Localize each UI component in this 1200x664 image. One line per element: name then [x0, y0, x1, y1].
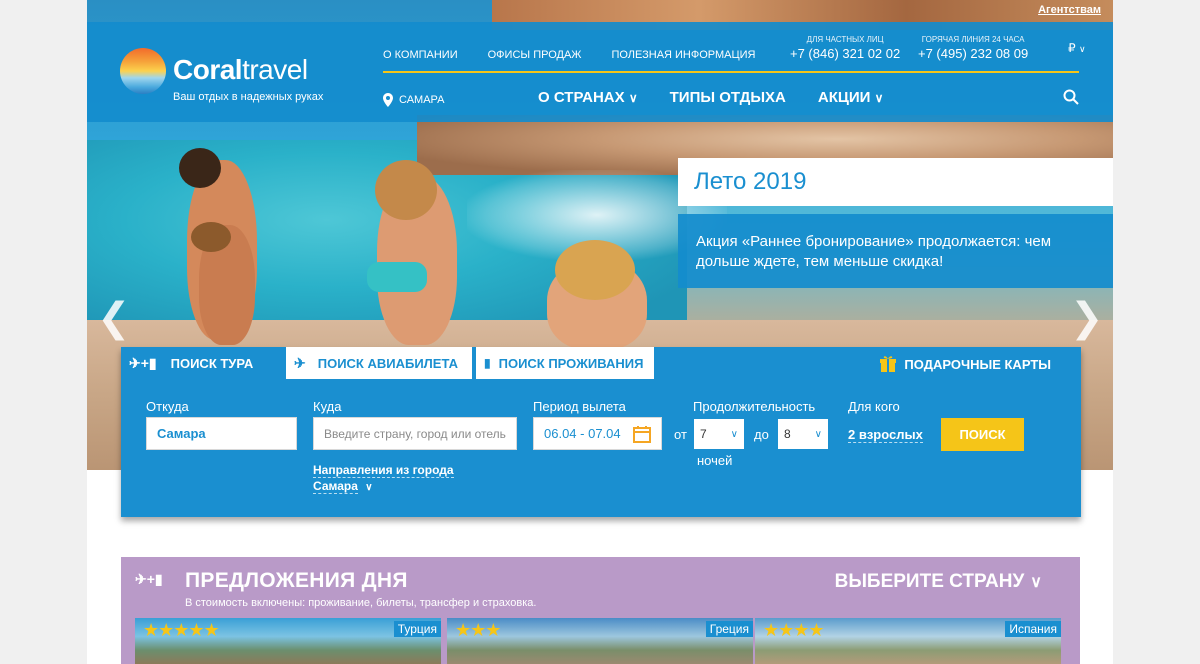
who-selector[interactable]: 2 взрослых [848, 427, 923, 443]
plane-hotel-icon: ✈+▮ [129, 354, 157, 371]
chevron-down-icon: ∨ [365, 482, 373, 493]
hero-swimsuit [367, 262, 427, 292]
hero-person-girl-hair [555, 240, 635, 300]
from-word: от [674, 427, 687, 442]
phone-hotline-number[interactable]: +7 (495) 232 08 09 [918, 46, 1028, 61]
plane-hotel-icon: ✈+▮ [135, 571, 163, 587]
logo-text-main: Coral [173, 54, 243, 85]
phone-private-label: ДЛЯ ЧАСТНЫХ ЛИЦ [806, 35, 884, 44]
phone-private-number[interactable]: +7 (846) 321 02 02 [790, 46, 900, 61]
tab-hotel-search[interactable]: ▮ ПОИСК ПРОЖИВАНИЯ [476, 347, 654, 379]
offer-country: Испания [1005, 621, 1061, 637]
nights-word: ночей [697, 453, 733, 468]
hero-person-woman-hair [375, 160, 437, 220]
map-pin-icon [383, 93, 393, 107]
period-label: Период вылета [533, 399, 626, 414]
nav-countries-label: О СТРАНАХ [538, 89, 625, 106]
tab-flight-search-label: ПОИСК АВИАБИЛЕТА [317, 355, 458, 371]
offers-subtitle: В стоимость включены: проживание, билеты… [185, 597, 537, 609]
search-icon[interactable] [1063, 89, 1079, 105]
promo-title[interactable]: Лето 2019 [678, 158, 1113, 206]
nav-useful-info[interactable]: ПОЛЕЗНАЯ ИНФОРМАЦИЯ [611, 49, 755, 61]
tab-tour-search[interactable]: ✈+▮ ПОИСК ТУРА [121, 347, 261, 379]
plane-icon: ✈ [294, 354, 306, 371]
offer-country: Турция [393, 621, 441, 637]
choose-country-label: ВЫБЕРИТЕ СТРАНУ [834, 571, 1025, 592]
duration-label: Продолжительность [693, 399, 816, 414]
rating-stars: ★★★★★ [143, 620, 220, 641]
chevron-down-icon: ∨ [1030, 574, 1042, 591]
logo-tagline: Ваш отдых в надежных руках [173, 91, 324, 103]
to-label: Куда [313, 399, 342, 414]
currency-symbol: ₽ [1068, 41, 1076, 55]
slider-prev-icon[interactable]: ❮ [97, 295, 131, 341]
city-label: САМАРА [399, 94, 445, 106]
nights-to-value: 8 [784, 427, 791, 441]
offer-card[interactable]: ★★★★★ Турция [135, 618, 441, 664]
period-field[interactable]: 06.04 - 07.04 [533, 417, 662, 450]
agents-link[interactable]: Агентствам [1038, 4, 1101, 16]
gift-cards-link[interactable]: ПОДАРОЧНЫЕ КАРТЫ [880, 355, 1051, 373]
from-label: Откуда [146, 399, 189, 414]
header-divider [383, 71, 1079, 73]
chevron-down-icon: ∨ [874, 91, 884, 105]
tab-flight-search[interactable]: ✈ ПОИСК АВИАБИЛЕТА [286, 347, 472, 379]
coral-logo-icon[interactable] [120, 48, 166, 94]
promo-text[interactable]: Акция «Раннее бронирование» продолжается… [678, 214, 1113, 288]
top-nav: О КОМПАНИИ ОФИСЫ ПРОДАЖ ПОЛЕЗНАЯ ИНФОРМА… [383, 49, 756, 61]
site-header: Coraltravel Ваш отдых в надежных руках О… [87, 22, 1113, 122]
choose-country-dropdown[interactable]: ВЫБЕРИТЕ СТРАНУ ∨ [835, 571, 1042, 593]
offer-card[interactable]: ★★★ Греция [447, 618, 753, 664]
phone-hotline: ГОРЯЧАЯ ЛИНИЯ 24 ЧАСА +7 (495) 232 08 09 [918, 35, 1028, 61]
tab-hotel-search-label: ПОИСК ПРОЖИВАНИЯ [498, 355, 644, 371]
nights-from-select[interactable]: 7 ∨ [694, 419, 744, 449]
offers-of-day: ✈+▮ ПРЕДЛОЖЕНИЯ ДНЯ В стоимость включены… [121, 557, 1080, 664]
hero-person-boy-hair [191, 222, 231, 252]
currency-selector[interactable]: ₽ ∨ [1068, 41, 1086, 55]
directions-line1: Направления из города [313, 463, 454, 478]
nights-to-select[interactable]: 8 ∨ [778, 419, 828, 449]
page: Агентствам Coraltravel Ваш отдых в надеж… [87, 0, 1113, 664]
rating-stars: ★★★ [455, 620, 501, 641]
logo-text-second: travel [242, 54, 308, 85]
search-button[interactable]: ПОИСК [941, 418, 1024, 451]
nav-vacation-types[interactable]: ТИПЫ ОТДЫХА [670, 89, 786, 106]
chevron-down-icon: ∨ [730, 428, 738, 440]
logo-text[interactable]: Coraltravel [173, 54, 308, 86]
from-field[interactable]: Самара [146, 417, 297, 450]
to-word: до [754, 427, 769, 442]
phone-hotline-label: ГОРЯЧАЯ ЛИНИЯ 24 ЧАСА [921, 35, 1025, 44]
nav-promotions[interactable]: АКЦИИ ∨ [818, 89, 883, 106]
city-selector[interactable]: САМАРА [383, 93, 444, 107]
directions-line2: Самара [313, 479, 358, 494]
nav-about[interactable]: О КОМПАНИИ [383, 49, 458, 61]
tour-search-form: ✈+▮ ПОИСК ТУРА ✈ ПОИСК АВИАБИЛЕТА ▮ ПОИС… [121, 347, 1081, 517]
main-nav: О СТРАНАХ ∨ ТИПЫ ОТДЫХА АКЦИИ ∨ [538, 89, 883, 106]
calendar-icon [633, 425, 651, 443]
chevron-down-icon: ∨ [814, 428, 822, 440]
offer-card[interactable]: ★★★★ Испания [755, 618, 1061, 664]
to-field[interactable]: Введите страну, город или отель [313, 417, 517, 450]
nav-countries[interactable]: О СТРАНАХ ∨ [538, 89, 638, 106]
nights-from-value: 7 [700, 427, 707, 441]
offers-title: ПРЕДЛОЖЕНИЯ ДНЯ [185, 569, 408, 592]
tab-tour-search-label: ПОИСК ТУРА [170, 355, 254, 371]
who-label: Для кого [848, 399, 900, 414]
hero-person-man-hair [179, 148, 221, 188]
hotel-icon: ▮ [484, 356, 491, 370]
rating-stars: ★★★★ [763, 620, 825, 641]
offer-country: Греция [705, 621, 753, 637]
directions-link[interactable]: Направления из города Самара ∨ [313, 462, 454, 496]
period-value: 06.04 - 07.04 [544, 426, 621, 441]
slider-next-icon[interactable]: ❯ [1070, 295, 1104, 341]
chevron-down-icon: ∨ [628, 91, 638, 105]
nav-promotions-label: АКЦИИ [817, 89, 871, 106]
nav-offices[interactable]: ОФИСЫ ПРОДАЖ [488, 49, 582, 61]
chevron-down-icon: ∨ [1078, 44, 1086, 54]
gift-cards-label: ПОДАРОЧНЫЕ КАРТЫ [904, 356, 1051, 372]
phone-private: ДЛЯ ЧАСТНЫХ ЛИЦ +7 (846) 321 02 02 [790, 35, 900, 61]
gift-icon [880, 356, 897, 372]
